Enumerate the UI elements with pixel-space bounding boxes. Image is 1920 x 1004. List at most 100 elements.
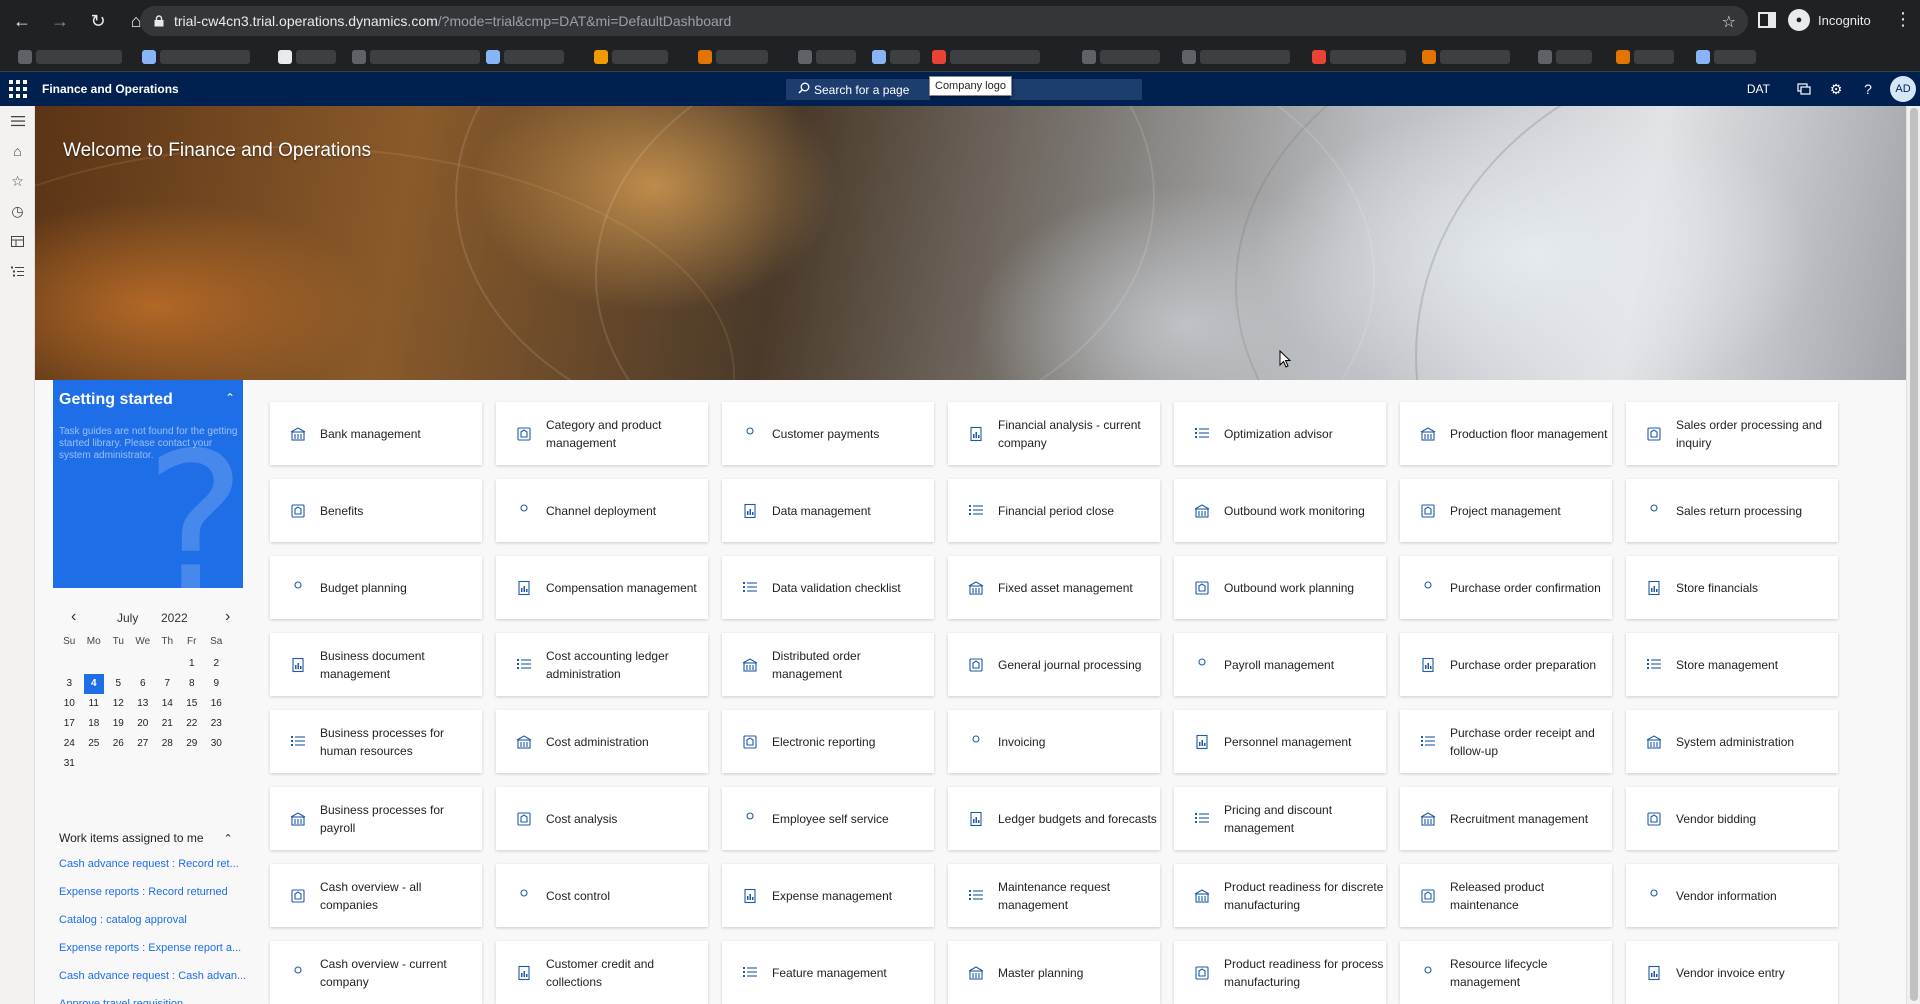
workspace-tile[interactable]: Expense management — [722, 864, 934, 927]
bookmark-item[interactable] — [932, 50, 1040, 64]
workspace-tile[interactable]: Store financials — [1626, 556, 1838, 619]
calendar-day[interactable]: 27 — [131, 734, 156, 754]
workspace-tile[interactable]: Benefits — [270, 479, 482, 542]
calendar-prev-icon[interactable]: ‹ — [71, 608, 76, 626]
workspace-tile[interactable]: Cost analysis — [496, 787, 708, 850]
workspace-tile[interactable]: Financial analysis - current company — [948, 402, 1160, 465]
workspace-tile[interactable]: Master planning — [948, 941, 1160, 1004]
hamburger-menu-icon[interactable] — [0, 106, 35, 136]
workspace-tile[interactable]: Purchase order preparation — [1400, 633, 1612, 696]
workspace-tile[interactable]: Compensation management — [496, 556, 708, 619]
calendar-day[interactable]: 16 — [204, 694, 229, 714]
workspace-tile[interactable]: Business processes for human resources — [270, 710, 482, 773]
bookmark-item[interactable] — [1538, 50, 1592, 64]
calendar-day[interactable]: 7 — [155, 674, 180, 694]
workspace-tile[interactable]: Cost administration — [496, 710, 708, 773]
bookmark-item[interactable] — [1696, 50, 1756, 64]
calendar-day[interactable]: 10 — [57, 694, 82, 714]
gear-icon[interactable]: ⚙ — [1820, 72, 1852, 106]
calendar-day[interactable]: 22 — [180, 714, 205, 734]
calendar-day[interactable]: 12 — [106, 694, 131, 714]
workspace-tile[interactable]: Cash overview - current company — [270, 941, 482, 1004]
recent-clock-icon[interactable]: ◷ — [0, 196, 35, 226]
search-field-extension[interactable] — [1010, 79, 1142, 100]
reload-icon[interactable]: ↻ — [82, 5, 114, 37]
bookmark-item[interactable] — [486, 50, 564, 64]
calendar-day[interactable]: 11 — [82, 694, 107, 714]
workspace-tile[interactable]: Employee self service — [722, 787, 934, 850]
workspace-tile[interactable]: Vendor invoice entry — [1626, 941, 1838, 1004]
calendar-day[interactable]: 2 — [204, 654, 229, 674]
address-bar[interactable]: trial-cw4cn3.trial.operations.dynamics.c… — [140, 6, 1748, 36]
workspace-tile[interactable]: Sales return processing — [1626, 479, 1838, 542]
calendar-day[interactable]: 17 — [57, 714, 82, 734]
calendar-day[interactable]: 4 — [83, 674, 104, 694]
workspace-tile[interactable]: Electronic reporting — [722, 710, 934, 773]
back-icon[interactable]: ← — [6, 5, 38, 37]
workspace-tile[interactable]: Released product maintenance — [1400, 864, 1612, 927]
bookmark-item[interactable] — [798, 50, 856, 64]
bookmark-item[interactable] — [1182, 50, 1290, 64]
workspace-tile[interactable]: Feature management — [722, 941, 934, 1004]
calendar-day[interactable]: 6 — [131, 674, 156, 694]
work-item-link[interactable]: Catalog : catalog approval — [59, 906, 259, 934]
workspace-tile[interactable]: Ledger budgets and forecasts — [948, 787, 1160, 850]
calendar-year[interactable]: 2022 — [161, 611, 188, 625]
workspace-tile[interactable]: Personnel management — [1174, 710, 1386, 773]
calendar-day[interactable]: 25 — [82, 734, 107, 754]
bookmark-item[interactable] — [1616, 50, 1674, 64]
calendar-day[interactable]: 20 — [131, 714, 156, 734]
calendar-day[interactable]: 21 — [155, 714, 180, 734]
work-item-link[interactable]: Expense reports : Expense report a... — [59, 934, 259, 962]
calendar-day[interactable]: 3 — [57, 674, 82, 694]
workspace-tile[interactable]: Purchase order receipt and follow-up — [1400, 710, 1612, 773]
chevron-up-icon[interactable]: ⌃ — [224, 832, 233, 845]
calendar-day[interactable]: 9 — [204, 674, 229, 694]
workspace-tile[interactable]: Distributed order management — [722, 633, 934, 696]
bookmark-item[interactable] — [1082, 50, 1160, 64]
workspace-tile[interactable]: Customer credit and collections — [496, 941, 708, 1004]
browser-menu-icon[interactable]: ⋮ — [1894, 10, 1912, 28]
calendar-day[interactable]: 13 — [131, 694, 156, 714]
workspace-tile[interactable]: Product readiness for process manufactur… — [1174, 941, 1386, 1004]
workspace-tile[interactable]: Sales order processing and inquiry — [1626, 402, 1838, 465]
incognito-profile[interactable]: ● Incognito — [1788, 9, 1871, 31]
calendar-month[interactable]: July — [117, 611, 138, 625]
calendar-next-icon[interactable]: › — [225, 608, 230, 626]
workspace-tile[interactable]: Vendor information — [1626, 864, 1838, 927]
workspaces-icon[interactable] — [0, 226, 35, 256]
workspace-tile[interactable]: Purchase order confirmation — [1400, 556, 1612, 619]
calendar-day[interactable]: 14 — [155, 694, 180, 714]
search-for-page-button[interactable]: Search for a page — [786, 79, 930, 100]
bookmark-item[interactable] — [142, 50, 250, 64]
workspace-tile[interactable]: Product readiness for discrete manufactu… — [1174, 864, 1386, 927]
workspace-tile[interactable]: Cost accounting ledger administration — [496, 633, 708, 696]
workspace-tile[interactable]: Business processes for payroll — [270, 787, 482, 850]
page-scrollbar[interactable] — [1906, 106, 1920, 1004]
calendar-day[interactable]: 1 — [180, 654, 205, 674]
workspace-tile[interactable]: Cash overview - all companies — [270, 864, 482, 927]
workspace-tile[interactable]: Production floor management — [1400, 402, 1612, 465]
home-nav-icon[interactable]: ⌂ — [0, 136, 35, 166]
forward-icon[interactable]: → — [44, 5, 76, 37]
avatar[interactable]: AD — [1890, 76, 1916, 102]
chevron-up-icon[interactable]: ⌃ — [225, 391, 235, 405]
calendar-day[interactable]: 19 — [106, 714, 131, 734]
workspace-tile[interactable]: Fixed asset management — [948, 556, 1160, 619]
workspace-tile[interactable]: Maintenance request management — [948, 864, 1160, 927]
workspace-tile[interactable]: Outbound work monitoring — [1174, 479, 1386, 542]
side-panel-icon[interactable] — [1758, 12, 1776, 28]
company-picker[interactable]: DAT — [1747, 82, 1770, 96]
workspace-tile[interactable]: Resource lifecycle management — [1400, 941, 1612, 1004]
work-item-link[interactable]: Cash advance request : Record ret... — [59, 850, 259, 878]
workspace-tile[interactable]: Bank management — [270, 402, 482, 465]
help-icon[interactable]: ? — [1852, 72, 1884, 106]
bookmark-item[interactable] — [594, 50, 668, 64]
bookmark-star-icon[interactable]: ☆ — [1722, 12, 1736, 32]
workspace-tile[interactable]: Recruitment management — [1400, 787, 1612, 850]
bookmark-item[interactable] — [352, 50, 480, 64]
workspace-tile[interactable]: Business document management — [270, 633, 482, 696]
calendar-day[interactable]: 24 — [57, 734, 82, 754]
calendar-day[interactable]: 15 — [180, 694, 205, 714]
calendar-day[interactable]: 18 — [82, 714, 107, 734]
